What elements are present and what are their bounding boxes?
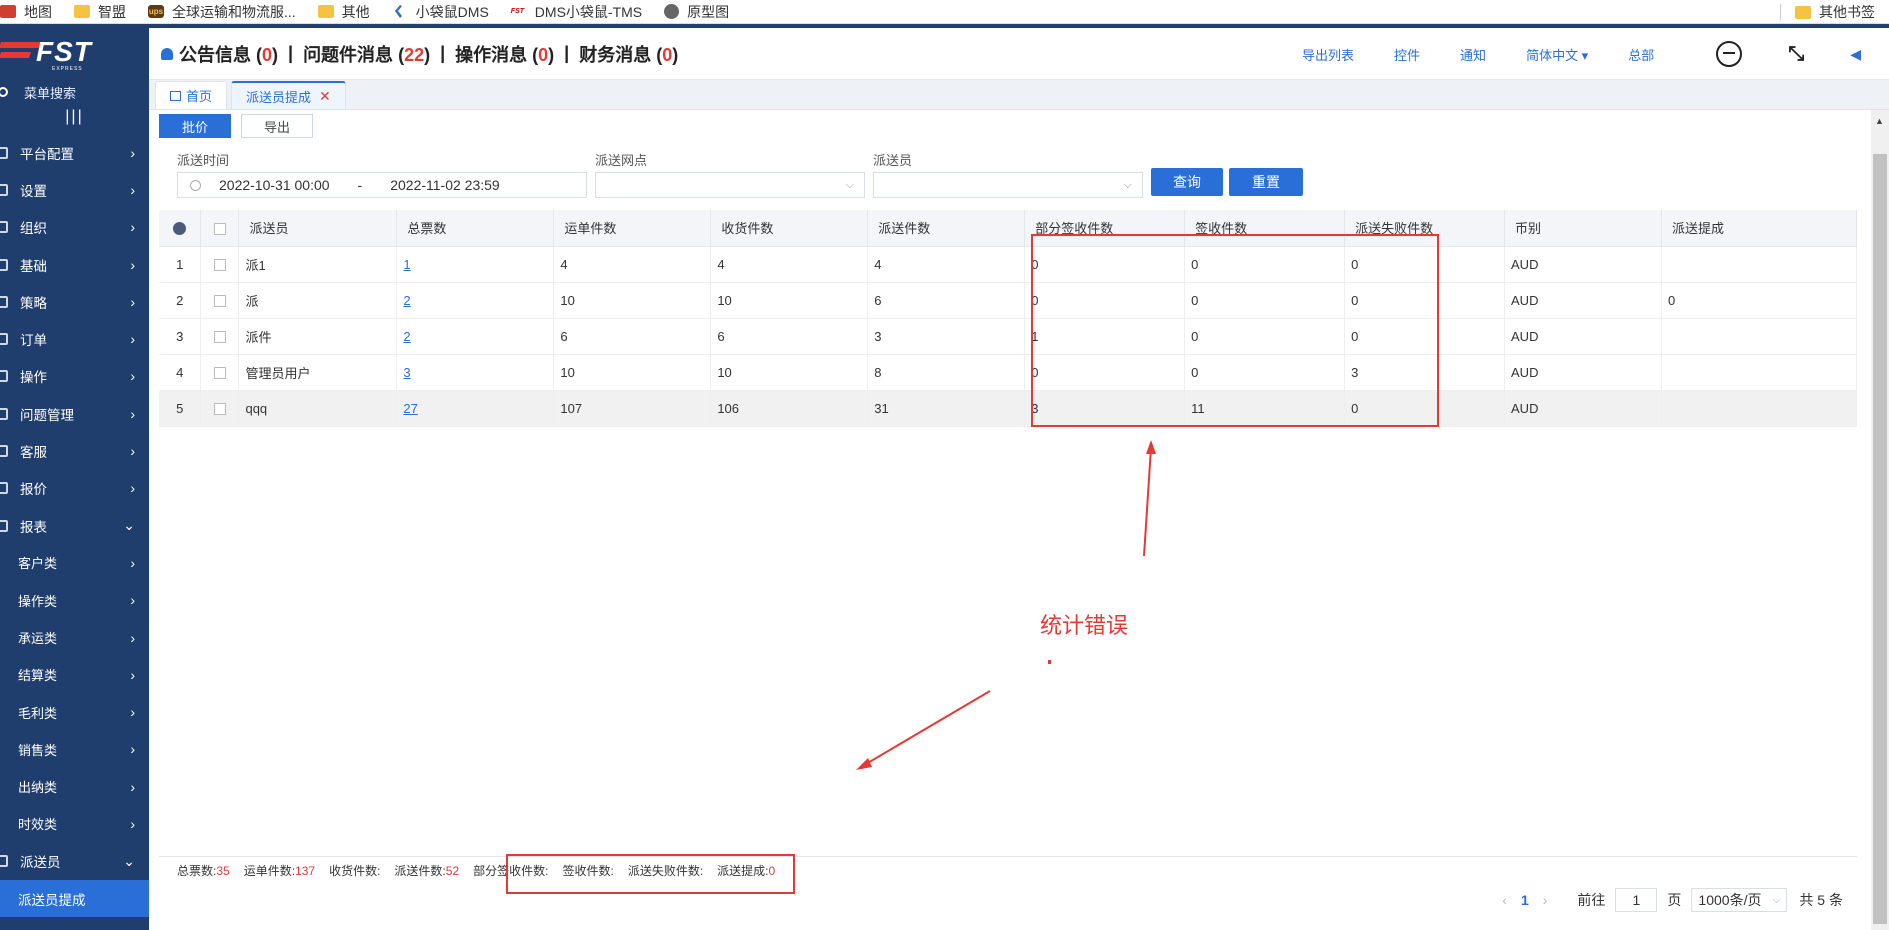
annotation-text: 统计错误	[1040, 613, 1129, 638]
annotation-dot	[1048, 660, 1051, 664]
annotation-arrows	[856, 440, 1156, 770]
